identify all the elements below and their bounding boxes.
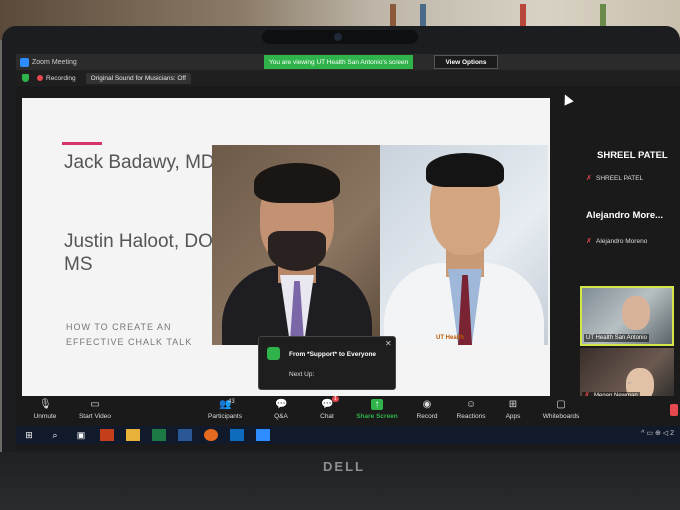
- firefox-icon[interactable]: [204, 429, 218, 441]
- photo-hair: [426, 153, 504, 187]
- speaker-tile-name-2: Alejandro More...: [586, 210, 664, 221]
- task-view-icon[interactable]: ▣: [74, 429, 88, 441]
- record-label: Record: [416, 413, 438, 420]
- book: [600, 4, 606, 28]
- file-explorer-icon[interactable]: [126, 429, 140, 441]
- window-title: Zoom Meeting: [32, 58, 77, 66]
- participant-face: [622, 296, 650, 330]
- apps-label: Apps: [505, 413, 521, 420]
- meeting-toolbar: 🎙 Unmute ▭ Start Video 👥 43 Participants…: [16, 396, 680, 426]
- start-video-label: Start Video: [78, 413, 112, 420]
- unmute-button[interactable]: 🎙 Unmute: [20, 399, 70, 420]
- chat-bubble-icon: [267, 347, 280, 360]
- leave-button[interactable]: [670, 404, 678, 416]
- share-screen-button[interactable]: ↑ Share Screen: [352, 399, 402, 420]
- chat-notification-popup[interactable]: From *Support* to Everyone Next Up: ✕: [258, 336, 396, 390]
- book: [520, 4, 526, 28]
- participants-button[interactable]: 👥 43 Participants: [200, 399, 250, 420]
- video-tile-megan[interactable]: ✗Megan Newman: [580, 348, 674, 402]
- powerpoint-icon[interactable]: [100, 429, 114, 441]
- slide-topic: HOW TO CREATE AN EFFECTIVE CHALK TALK: [66, 322, 193, 347]
- participant-label-1: ✗ SHREEL PATEL: [586, 174, 644, 183]
- participants-label: Participants: [208, 413, 242, 420]
- chat-message: Next Up:: [289, 371, 315, 378]
- speaker-photo-2: UT Health: [380, 145, 548, 345]
- webcam: [262, 30, 418, 44]
- search-icon[interactable]: ⌕: [48, 429, 62, 441]
- share-screen-label: Share Screen: [356, 413, 398, 420]
- chat-icon: 💬: [321, 399, 334, 410]
- speaker-photo-1: [212, 145, 380, 345]
- close-icon[interactable]: ✕: [385, 339, 392, 348]
- slide-accent-bar: [62, 142, 102, 145]
- windows-start-icon[interactable]: ⊞: [22, 429, 36, 441]
- start-video-button[interactable]: ▭ Start Video: [70, 399, 120, 420]
- apps-button[interactable]: ⊞ Apps: [488, 399, 538, 420]
- qa-bubble-icon: 💬: [275, 399, 288, 410]
- ut-health-logo: UT Health: [436, 335, 465, 341]
- chat-label: Chat: [320, 413, 334, 420]
- speaker-name-1: Jack Badawy, MD: [64, 152, 215, 173]
- recording-label: Recording: [46, 74, 76, 82]
- viewing-screen-banner: You are viewing UT Health San Antonio's …: [264, 55, 414, 69]
- share-screen-icon: ↑: [371, 399, 383, 410]
- participant-video-panel: SHREEL PATEL ✗ SHREEL PATEL Alejandro Mo…: [560, 86, 680, 402]
- excel-icon[interactable]: [152, 429, 166, 441]
- mic-muted-icon: ✗: [586, 237, 592, 245]
- participant-label-text: Alejandro Moreno: [596, 238, 648, 245]
- video-off-icon: ▭: [90, 399, 100, 410]
- view-options-button[interactable]: View Options: [434, 55, 498, 69]
- meeting-statusbar: Recording Original Sound for Musicians: …: [16, 70, 680, 86]
- system-tray[interactable]: ^ ▭ ⊕ ◁ 2: [641, 429, 674, 437]
- speaker-name-2: Justin Haloot, DO, MS: [64, 231, 219, 275]
- original-sound-button[interactable]: Original Sound for Musicians: Off: [85, 72, 191, 84]
- chat-button[interactable]: 💬 1 Chat: [302, 396, 352, 420]
- record-icon: ◉: [422, 399, 432, 410]
- participant-label-text: SHREEL PATEL: [596, 175, 644, 182]
- chat-sender: From *Support* to Everyone: [289, 351, 377, 358]
- speaker-tile-name-1: SHREEL PATEL: [597, 150, 668, 161]
- mic-muted-icon: ✗: [586, 174, 592, 182]
- qa-button[interactable]: 💬 Q&A: [256, 399, 306, 420]
- photo-hair: [254, 163, 340, 203]
- book: [390, 4, 396, 28]
- participants-count: 43: [228, 399, 235, 405]
- video-tile-label: UT Health San Antonio: [584, 334, 649, 342]
- dell-logo: DELL: [323, 459, 365, 474]
- recording-dot-icon: [37, 75, 43, 81]
- participant-label-2: ✗ Alejandro Moreno: [586, 237, 648, 246]
- qa-label: Q&A: [274, 413, 288, 420]
- mic-muted-icon: 🎙: [39, 399, 52, 410]
- apps-icon: ⊞: [508, 399, 518, 410]
- reactions-label: Reactions: [456, 413, 486, 420]
- word-icon[interactable]: [178, 429, 192, 441]
- windows-taskbar: ⊞ ⌕ ▣ ^ ▭ ⊕ ◁ 2: [16, 426, 680, 444]
- record-button[interactable]: ◉ Record: [402, 399, 452, 420]
- zoom-taskbar-icon[interactable]: [256, 429, 270, 441]
- unmute-label: Unmute: [33, 413, 57, 420]
- smiley-icon: ☺: [465, 399, 477, 410]
- whiteboard-icon: ▢: [556, 399, 566, 410]
- shield-icon[interactable]: [22, 74, 29, 82]
- outlook-icon[interactable]: [230, 429, 244, 441]
- laptop-screen: Zoom Meeting You are viewing UT Health S…: [16, 54, 680, 450]
- chat-unread-badge: 1: [332, 396, 339, 402]
- whiteboards-button[interactable]: ▢ Whiteboards: [536, 399, 586, 420]
- book: [420, 4, 426, 28]
- video-tile-ut-health[interactable]: UT Health San Antonio: [580, 286, 674, 346]
- zoom-logo-icon: [20, 57, 29, 67]
- photo-beard: [268, 231, 326, 271]
- whiteboards-label: Whiteboards: [542, 413, 580, 420]
- chevron-down-icon[interactable]: ⌄: [626, 376, 634, 387]
